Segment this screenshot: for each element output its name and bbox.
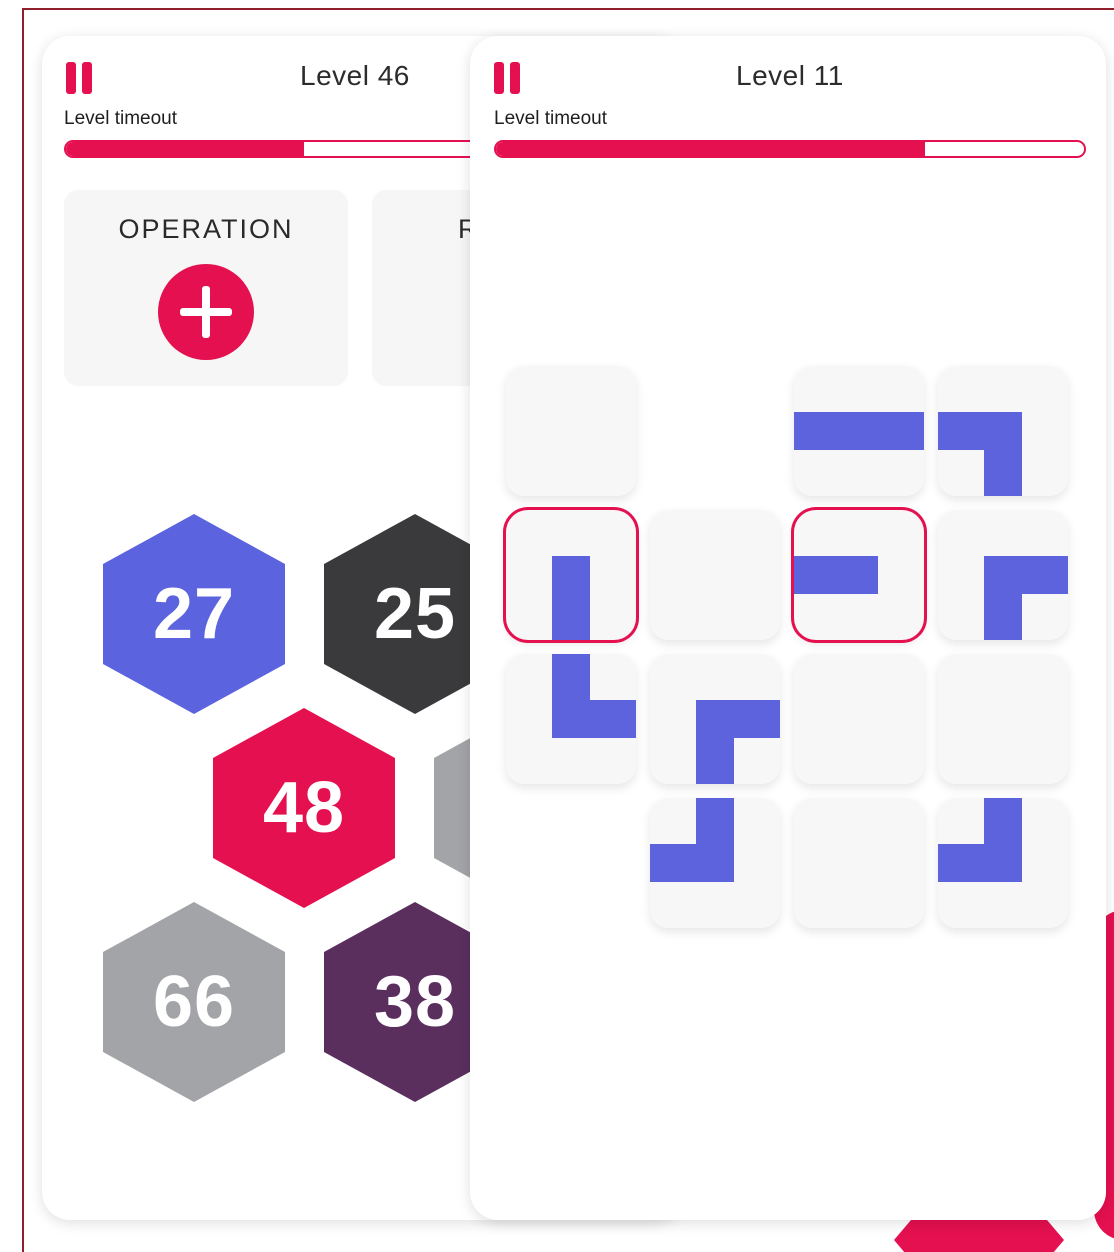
hex-value: 38: [373, 962, 457, 1042]
hex-value: 48: [262, 768, 346, 848]
pipe-tile-r3c3[interactable]: [794, 654, 924, 784]
pipe-tile-r1c1[interactable]: [506, 366, 636, 496]
pipe-tile-r2c4[interactable]: [938, 510, 1068, 640]
pipe-tile-r1c3[interactable]: [794, 366, 924, 496]
pipe-segment: [552, 556, 590, 640]
plus-operator-button[interactable]: [158, 264, 254, 360]
pipe-segment: [984, 556, 1022, 640]
pipe-tile-r4c4[interactable]: [938, 798, 1068, 928]
pipe-segment: [650, 844, 734, 882]
pipe-tile-r3c2[interactable]: [650, 654, 780, 784]
pipe-segment: [984, 412, 1022, 496]
timeout-label: Level timeout: [494, 108, 608, 129]
pipe-tile-r3c1[interactable]: [506, 654, 636, 784]
pause-icon[interactable]: [494, 62, 526, 94]
hex-tile-48[interactable]: 48: [213, 708, 395, 908]
pipe-segment: [696, 700, 734, 784]
pipe-segment: [552, 700, 636, 738]
level-title: Level 46: [300, 60, 410, 91]
hex-value: 27: [152, 574, 236, 654]
timeout-label: Level timeout: [64, 108, 178, 129]
level-title: Level 11: [736, 60, 844, 91]
pipe-tile-r2c3-selected[interactable]: [794, 510, 924, 640]
operation-title: OPERATION: [118, 214, 294, 244]
timeout-progress-fill: [496, 142, 926, 156]
pause-icon[interactable]: [66, 62, 98, 94]
pipe-segment: [938, 844, 1022, 882]
pipe-segment: [794, 412, 924, 450]
game-screen-right: Level 11 Level timeout: [470, 36, 1106, 1220]
hex-tile-66[interactable]: 66: [103, 902, 285, 1102]
hex-tile-27[interactable]: 27: [103, 514, 285, 714]
operation-panel: OPERATION: [64, 190, 348, 386]
timeout-progress-bar: [494, 140, 1086, 158]
timeout-progress-fill: [66, 142, 304, 156]
hex-value: 66: [152, 962, 236, 1042]
pipe-tile-r2c1-selected[interactable]: [506, 510, 636, 640]
hex-value: 25: [373, 574, 457, 654]
pipe-tile-r1c4[interactable]: [938, 366, 1068, 496]
pipe-tile-r3c4[interactable]: [938, 654, 1068, 784]
pipe-tile-r4c2[interactable]: [650, 798, 780, 928]
pipe-tile-r2c2[interactable]: [650, 510, 780, 640]
pipe-segment: [794, 556, 878, 594]
pipe-tile-r4c3[interactable]: [794, 798, 924, 928]
